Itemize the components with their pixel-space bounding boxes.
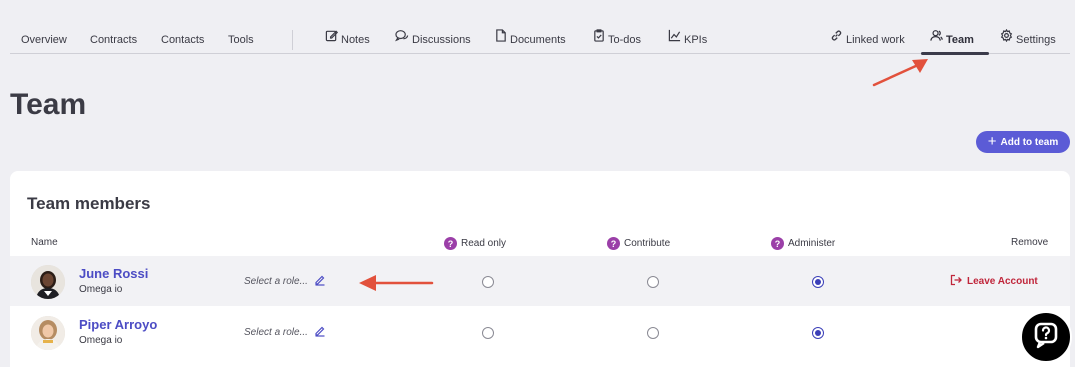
member-name[interactable]: Piper Arroyo	[79, 317, 157, 332]
tab-contacts[interactable]: Contacts	[161, 26, 204, 54]
plus-icon: +	[987, 133, 997, 150]
column-header-contribute: ? Contribute	[607, 237, 670, 250]
contribute-radio[interactable]	[647, 327, 659, 339]
tab-label: To-dos	[608, 34, 642, 46]
avatar	[31, 316, 65, 350]
tab-label: Discussions	[412, 34, 471, 46]
tab-todos[interactable]: To-dos	[593, 26, 641, 54]
chart-icon	[668, 25, 681, 53]
avatar	[31, 265, 65, 299]
tab-label: Notes	[341, 34, 370, 46]
tab-label: Documents	[510, 34, 566, 46]
contribute-radio[interactable]	[647, 276, 659, 288]
leave-account-button[interactable]: Leave Account	[950, 274, 1038, 289]
tab-tools[interactable]: Tools	[228, 26, 254, 54]
nav-divider	[292, 30, 293, 50]
tab-label: Overview	[21, 34, 67, 46]
column-label: Name	[31, 237, 58, 248]
leave-account-label: Leave Account	[967, 276, 1038, 287]
read-only-radio[interactable]	[482, 276, 494, 288]
help-icon[interactable]: ?	[607, 237, 620, 250]
column-header-remove: Remove	[1011, 237, 1048, 248]
member-org: Omega io	[79, 284, 123, 295]
help-icon[interactable]: ?	[771, 237, 784, 250]
card-title: Team members	[27, 194, 151, 213]
member-org: Omega io	[79, 335, 123, 346]
chat-help-icon	[1032, 321, 1060, 354]
clipboard-check-icon	[593, 25, 605, 53]
annotation-arrow-icon	[872, 59, 928, 87]
role-placeholder: Select a role...	[244, 327, 308, 338]
pencil-icon	[314, 325, 326, 340]
tab-label: Team	[946, 34, 974, 46]
member-name[interactable]: June Rossi	[79, 266, 148, 281]
add-to-team-label: Add to team	[1000, 136, 1059, 148]
pencil-icon	[314, 274, 326, 289]
column-header-read-only: ? Read only	[444, 237, 506, 250]
tab-discussions[interactable]: Discussions	[394, 25, 471, 54]
table-row: Piper Arroyo Omega io Select a role...	[10, 307, 1070, 357]
tab-label: Linked work	[846, 34, 905, 46]
tab-team[interactable]: Team	[930, 26, 974, 54]
column-label: Read only	[461, 238, 507, 249]
role-placeholder: Select a role...	[244, 276, 308, 287]
gear-icon	[1000, 25, 1013, 53]
column-label: Contribute	[624, 238, 671, 249]
edit-icon	[325, 25, 339, 53]
active-tab-indicator	[921, 52, 989, 55]
tab-documents[interactable]: Documents	[495, 26, 566, 54]
tab-label: Tools	[228, 34, 254, 46]
read-only-radio[interactable]	[482, 327, 494, 339]
team-members-card: Team members Name ? Read only ? Contribu…	[10, 171, 1070, 367]
column-header-administer: ? Administer	[771, 237, 835, 250]
tab-kpis[interactable]: KPIs	[668, 26, 707, 54]
tab-label: Contracts	[90, 34, 138, 46]
tab-label: Settings	[1016, 34, 1056, 46]
role-selector[interactable]: Select a role...	[244, 274, 326, 289]
tab-label: Contacts	[161, 34, 205, 46]
page-title: Team	[10, 88, 87, 121]
tab-settings[interactable]: Settings	[1000, 26, 1056, 54]
tab-contracts[interactable]: Contracts	[90, 26, 137, 54]
tab-linked-work[interactable]: Linked work	[830, 26, 905, 54]
table-row: June Rossi Omega io Select a role... Lea…	[10, 256, 1070, 306]
tab-notes[interactable]: Notes	[325, 26, 370, 54]
top-nav: Overview Contracts Contacts Tools Notes …	[10, 25, 1070, 55]
role-selector[interactable]: Select a role...	[244, 325, 326, 340]
sign-out-icon	[950, 274, 962, 289]
tab-overview[interactable]: Overview	[21, 26, 67, 54]
help-icon[interactable]: ?	[444, 237, 457, 250]
add-to-team-button[interactable]: + Add to team	[976, 131, 1070, 153]
document-icon	[495, 25, 507, 53]
link-icon	[830, 25, 843, 53]
tab-label: KPIs	[684, 34, 708, 46]
column-label: Administer	[788, 238, 836, 249]
chat-bubbles-icon	[394, 25, 409, 53]
column-label: Remove	[1011, 237, 1049, 248]
administer-radio[interactable]	[812, 327, 824, 339]
administer-radio[interactable]	[812, 276, 824, 288]
help-chat-button[interactable]	[1020, 311, 1072, 363]
column-header-name: Name	[31, 237, 58, 248]
users-icon	[930, 25, 943, 53]
